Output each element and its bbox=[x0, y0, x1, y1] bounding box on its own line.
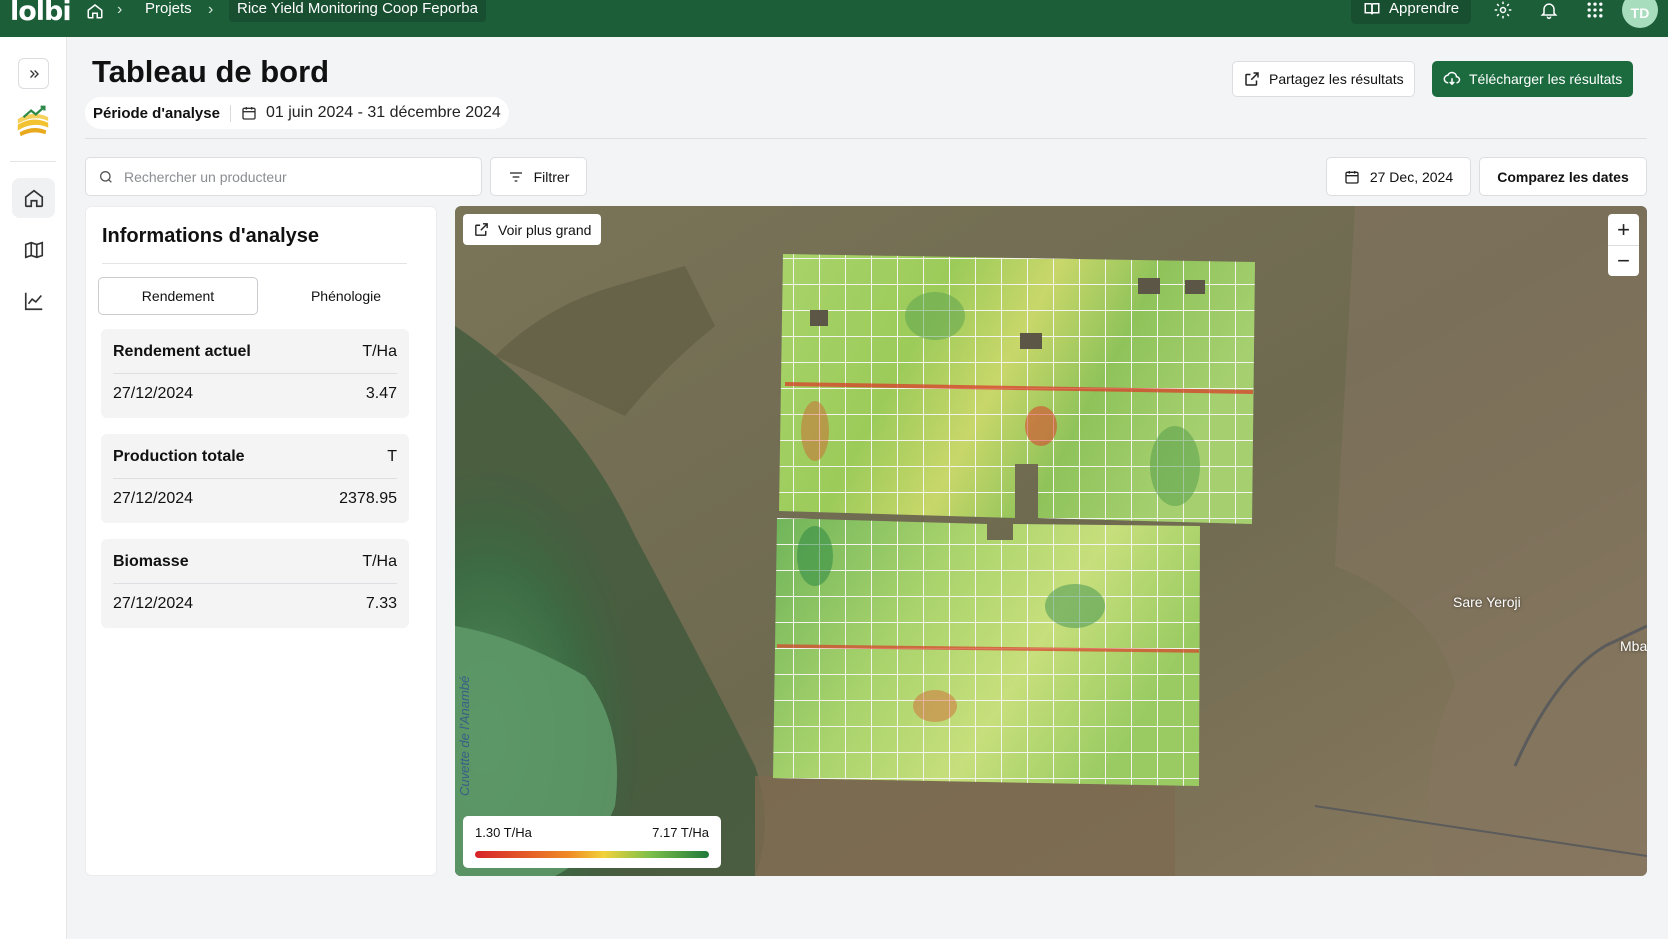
metric-value: 2378.95 bbox=[339, 490, 397, 507]
map-icon bbox=[24, 241, 43, 259]
card-divider bbox=[113, 478, 397, 479]
metric-unit: T/Ha bbox=[362, 553, 397, 570]
search-input[interactable] bbox=[124, 168, 454, 185]
filter-button[interactable]: Filtrer bbox=[490, 157, 587, 196]
date-label: 27 Dec, 2024 bbox=[1369, 168, 1454, 185]
metric-card-total-production: Production totale T 27/12/2024 2378.95 bbox=[101, 434, 409, 523]
external-share-icon bbox=[1245, 72, 1259, 86]
place-label-anambe: Cuvette de l'Anambé bbox=[457, 675, 472, 796]
card-divider bbox=[113, 373, 397, 374]
satellite-map-image[interactable] bbox=[455, 206, 1647, 876]
date-picker-button[interactable]: 27 Dec, 2024 bbox=[1326, 157, 1471, 196]
filter-label: Filtrer bbox=[533, 168, 570, 185]
compare-dates-button[interactable]: Comparez les dates bbox=[1479, 157, 1647, 196]
period-label: Période d'analyse bbox=[93, 104, 231, 122]
metric-unit: T/Ha bbox=[362, 343, 397, 360]
home-icon[interactable] bbox=[86, 2, 104, 20]
analysis-period[interactable]: Période d'analyse 01 juin 2024 - 31 déce… bbox=[85, 97, 509, 129]
sidebar bbox=[0, 37, 67, 939]
tab-phenologie[interactable]: Phénologie bbox=[266, 277, 426, 315]
metric-card-current-yield: Rendement actuel T/Ha 27/12/2024 3.47 bbox=[101, 329, 409, 418]
crop-brand-icon bbox=[17, 105, 49, 137]
cloud-download-icon bbox=[1443, 71, 1461, 86]
metric-name: Rendement actuel bbox=[113, 343, 251, 360]
external-link-icon bbox=[475, 223, 488, 236]
metric-date: 27/12/2024 bbox=[113, 595, 194, 612]
sidebar-item-analytics[interactable] bbox=[12, 281, 55, 321]
metric-date: 27/12/2024 bbox=[113, 385, 194, 402]
view-larger-label: Voir plus grand bbox=[498, 221, 592, 238]
legend-color-scale bbox=[475, 851, 709, 858]
top-bar: lolbi › Projets › Rice Yield Monitoring … bbox=[0, 0, 1668, 37]
zoom-out-button[interactable]: − bbox=[1608, 245, 1639, 276]
place-label-mba: Mba bbox=[1620, 638, 1647, 654]
learn-label: Apprendre bbox=[1389, 0, 1460, 17]
panel-title: Informations d'analyse bbox=[102, 225, 320, 247]
chart-line-icon bbox=[24, 292, 42, 311]
legend-min-label: 1.30 T/Ha bbox=[475, 825, 532, 840]
metric-name: Production totale bbox=[113, 448, 245, 465]
header-divider bbox=[85, 138, 1647, 139]
metric-name: Biomasse bbox=[113, 553, 189, 570]
notification-bell-icon[interactable] bbox=[1539, 0, 1559, 20]
breadcrumb-current-project[interactable]: Rice Yield Monitoring Coop Feporba bbox=[229, 0, 486, 22]
zoom-in-button[interactable]: + bbox=[1608, 214, 1639, 245]
sidebar-item-home[interactable] bbox=[12, 178, 55, 218]
producer-search[interactable] bbox=[85, 157, 482, 196]
legend-max-label: 7.17 T/Ha bbox=[652, 825, 709, 840]
expand-sidebar-button[interactable] bbox=[18, 58, 49, 89]
calendar-icon bbox=[242, 107, 256, 120]
zoom-controls: + − bbox=[1608, 214, 1639, 276]
sidebar-item-map[interactable] bbox=[12, 230, 55, 270]
chevron-right-icon: › bbox=[117, 1, 123, 18]
apps-grid-icon[interactable] bbox=[1585, 0, 1605, 20]
user-avatar[interactable]: TD bbox=[1622, 0, 1658, 28]
download-results-label: Télécharger les résultats bbox=[1469, 71, 1623, 87]
sidebar-divider bbox=[10, 161, 56, 162]
chevron-right-icon: › bbox=[208, 1, 214, 18]
metric-card-biomass: Biomasse T/Ha 27/12/2024 7.33 bbox=[101, 539, 409, 628]
page-title: Tableau de bord bbox=[92, 54, 330, 89]
yield-legend: 1.30 T/Ha 7.17 T/Ha bbox=[463, 816, 721, 868]
metric-value: 7.33 bbox=[365, 595, 397, 612]
period-range: 01 juin 2024 - 31 décembre 2024 bbox=[231, 104, 501, 122]
breadcrumb-projets[interactable]: Projets bbox=[145, 0, 192, 17]
filter-lines-icon bbox=[509, 171, 522, 182]
place-label-sare-yeroji: Sare Yeroji bbox=[1453, 594, 1521, 610]
settings-gear-icon[interactable] bbox=[1493, 0, 1513, 20]
metric-unit: T bbox=[387, 448, 397, 465]
metric-value: 3.47 bbox=[365, 385, 397, 402]
home-icon bbox=[24, 189, 43, 208]
book-icon bbox=[1364, 3, 1380, 15]
analysis-info-panel: Informations d'analyse Rendement Phénolo… bbox=[85, 206, 437, 876]
period-range-text: 01 juin 2024 - 31 décembre 2024 bbox=[265, 104, 501, 121]
learn-button[interactable]: Apprendre bbox=[1351, 0, 1472, 24]
metric-date: 27/12/2024 bbox=[113, 490, 194, 507]
download-results-button[interactable]: Télécharger les résultats bbox=[1432, 61, 1634, 97]
yield-map[interactable]: Sare Yeroji Mba Cuvette de l'Anambé Voir… bbox=[455, 206, 1647, 876]
panel-divider bbox=[102, 263, 407, 264]
double-chevron-right-icon bbox=[29, 69, 39, 78]
calendar-icon bbox=[1345, 170, 1359, 184]
app-logo[interactable]: lolbi bbox=[10, 0, 72, 27]
search-icon bbox=[100, 170, 112, 183]
share-results-button[interactable]: Partagez les résultats bbox=[1232, 61, 1415, 97]
view-larger-button[interactable]: Voir plus grand bbox=[463, 214, 602, 245]
share-results-label: Partagez les résultats bbox=[1269, 71, 1404, 87]
card-divider bbox=[113, 583, 397, 584]
tab-rendement[interactable]: Rendement bbox=[98, 277, 258, 315]
